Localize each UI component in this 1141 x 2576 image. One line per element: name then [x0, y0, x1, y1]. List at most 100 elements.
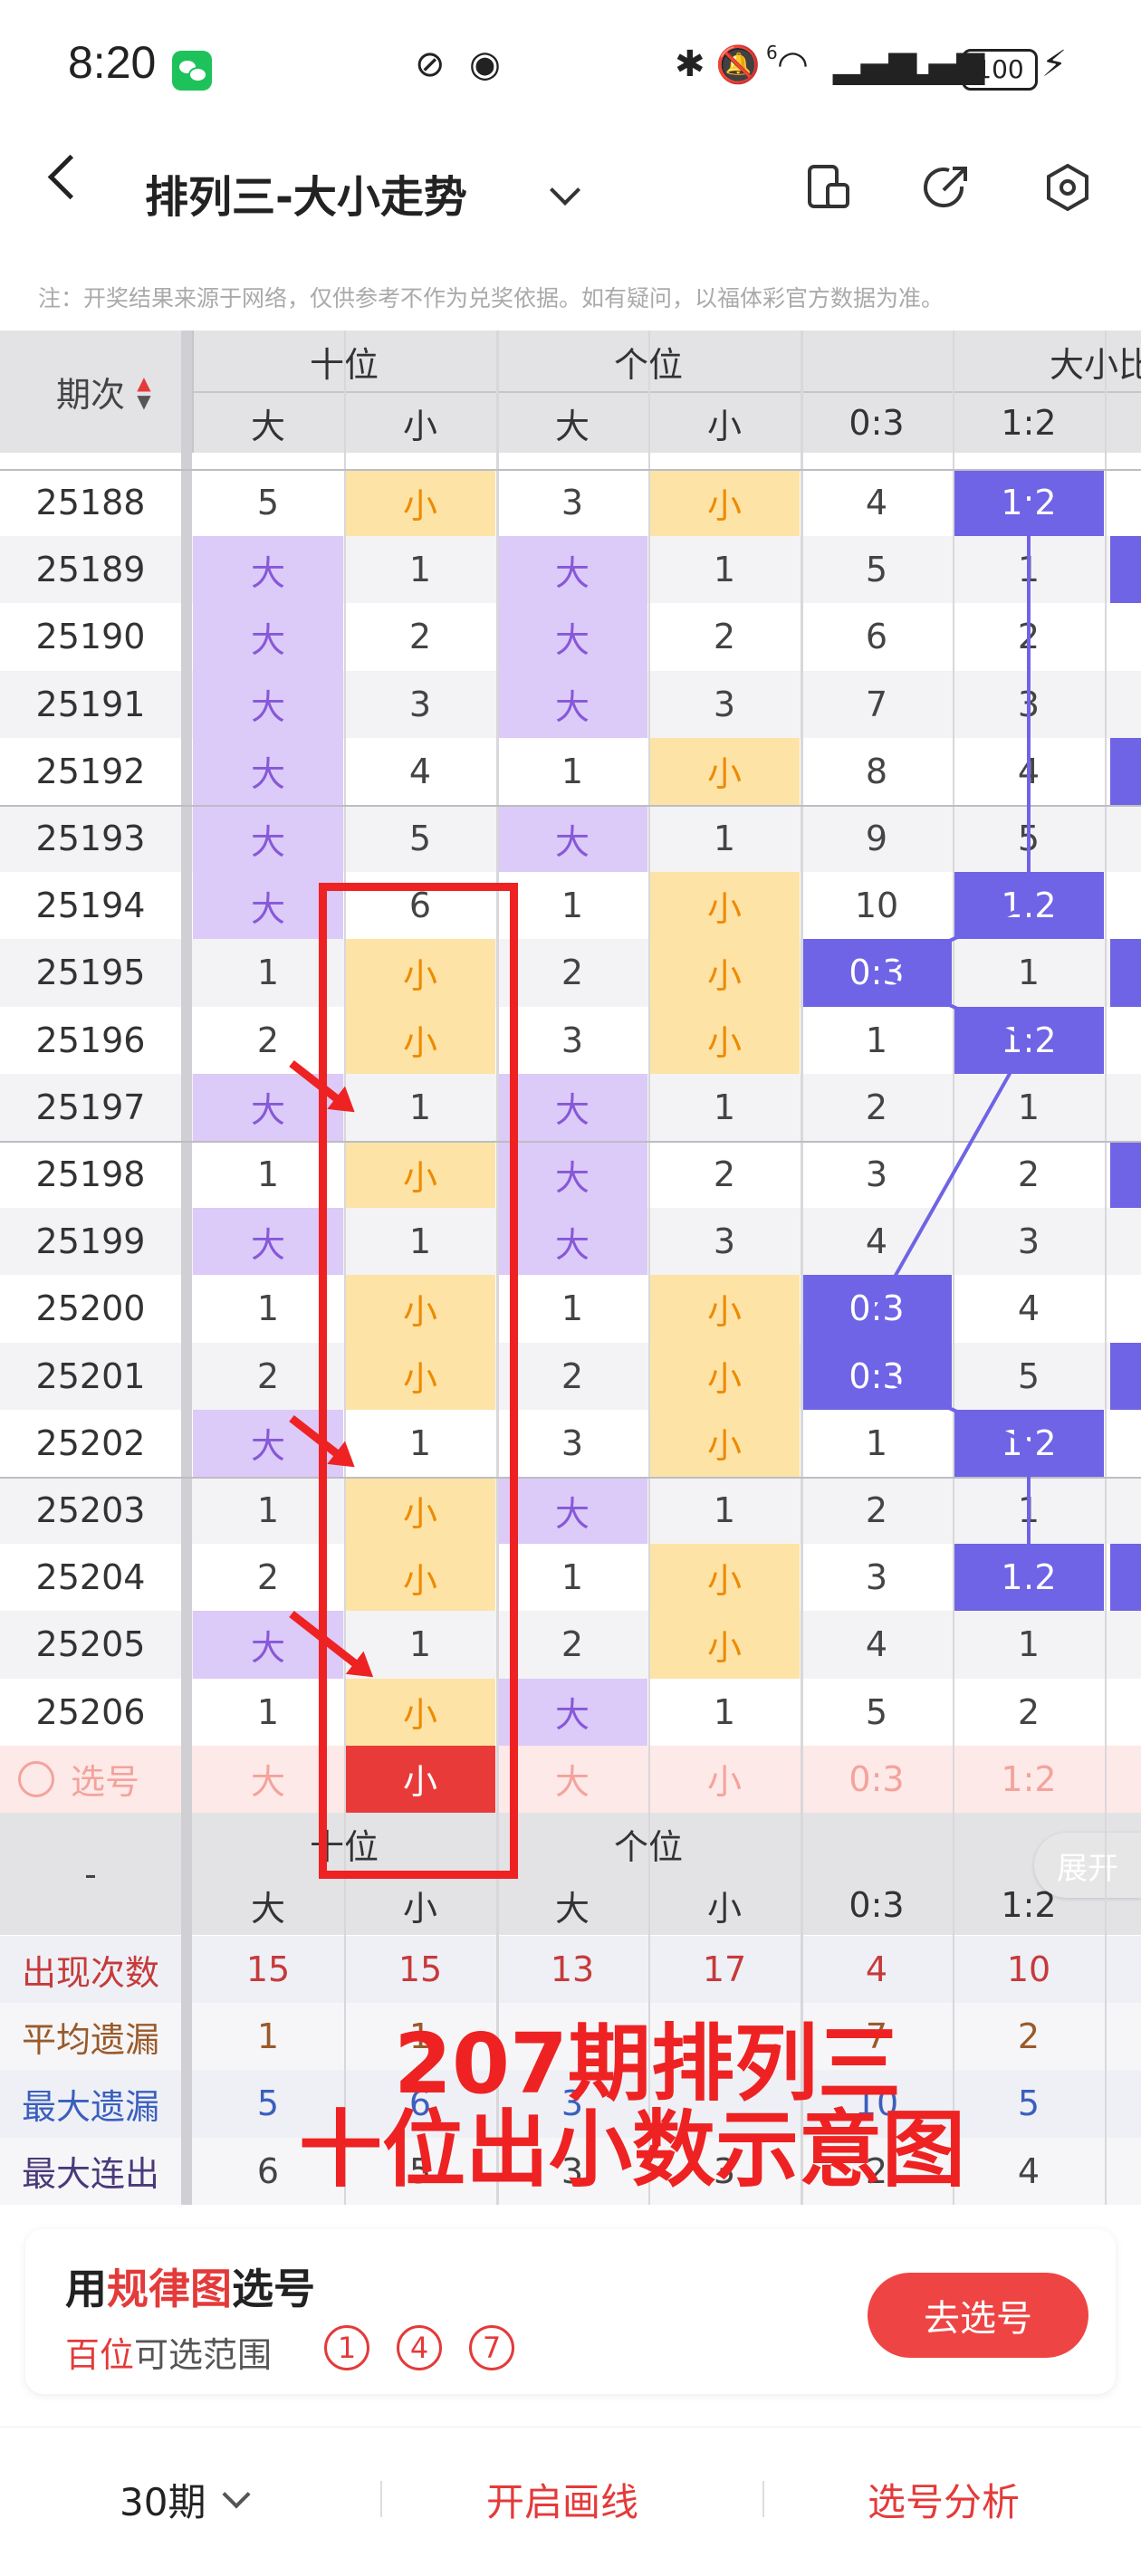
select-cell[interactable]: 小 — [649, 1746, 800, 1813]
value-cell: 1 — [561, 1557, 584, 1598]
value-cell: 10 — [854, 886, 899, 926]
period-cell: 25190 — [35, 617, 146, 657]
stats-label: 最大遗漏 — [21, 2086, 159, 2127]
ratio-overflow-cell — [1110, 469, 1141, 537]
value-cell: 3 — [561, 1422, 584, 1463]
stats-value: 13 — [550, 1949, 595, 1990]
period-cell: 25195 — [35, 953, 146, 993]
period-select[interactable]: 30期 — [120, 2472, 206, 2527]
analysis-button[interactable]: 选号分析 — [868, 2472, 1020, 2527]
value-cell: 大 — [497, 670, 647, 738]
period-cell: 25199 — [35, 1221, 146, 1262]
share-icon[interactable] — [922, 163, 971, 212]
value-cell: 1:2 — [954, 469, 1104, 537]
value-cell: 2 — [561, 1355, 584, 1396]
period-cell: 25191 — [35, 684, 146, 724]
value-cell: 2 — [713, 617, 736, 657]
stats-label: 平均遗漏 — [21, 2019, 159, 2060]
select-cell[interactable]: 1:2 — [954, 1746, 1104, 1813]
sub-header: 大 — [250, 406, 285, 446]
value-cell: 8 — [865, 751, 888, 791]
period-cell: 25201 — [35, 1355, 146, 1396]
settings-icon[interactable] — [1043, 163, 1092, 212]
stats-value: 17 — [702, 1949, 747, 1990]
stats-value: 10 — [1006, 1949, 1051, 1990]
device-icon[interactable] — [804, 163, 853, 212]
radio-icon[interactable] — [18, 1760, 54, 1797]
sub-header: 小 — [706, 406, 742, 446]
select-text: 选号 — [71, 1762, 140, 1803]
period-cell: 25197 — [35, 1087, 146, 1127]
value-cell: 大 — [497, 603, 647, 671]
ratio-overflow-cell — [1110, 1208, 1141, 1276]
divider — [762, 2481, 764, 2517]
value-cell: 1 — [865, 1020, 888, 1060]
value-cell: 5 — [1017, 1355, 1040, 1396]
stats-value: 5 — [1017, 2083, 1040, 2124]
ratio-overflow-cell — [1110, 1611, 1141, 1679]
value-cell: 1 — [561, 1288, 584, 1329]
range-number-3: 7 — [469, 2325, 514, 2370]
value-cell: 1 — [713, 1490, 736, 1531]
expand-button[interactable]: 展开 — [1034, 1833, 1141, 1898]
period-cell: 25206 — [35, 1691, 146, 1732]
row-group-divider — [0, 1141, 1141, 1143]
sort-icon[interactable]: ▲ ▼ — [134, 369, 154, 415]
column-divider — [648, 330, 650, 2205]
column-divider — [1105, 330, 1107, 2205]
column-divider — [181, 330, 192, 2205]
grid-line — [192, 391, 1141, 393]
value-cell: 2 — [561, 953, 584, 993]
stats-label: 出现次数 — [21, 1952, 159, 1993]
value-cell: 3 — [865, 1154, 888, 1195]
footer-dash: - — [84, 1853, 97, 1894]
value-cell: 5 — [865, 1691, 888, 1732]
card-title: 用规律图选号 — [65, 2265, 315, 2313]
ratio-overflow-cell — [1110, 1006, 1141, 1074]
select-cell[interactable]: 大 — [497, 1746, 647, 1813]
period-cell: 25189 — [35, 550, 146, 590]
value-cell: 大 — [497, 1141, 647, 1209]
go-select-button[interactable]: 去选号 — [868, 2273, 1088, 2358]
sub-header: 小 — [402, 406, 437, 446]
period-cell: 25202 — [35, 1422, 146, 1463]
column-divider — [801, 330, 803, 2205]
value-cell: 4 — [408, 751, 432, 791]
page-title[interactable]: 排列三-大小走势 — [145, 161, 467, 225]
stats-value: 4 — [1017, 2150, 1040, 2191]
value-cell: 3 — [1017, 684, 1040, 724]
group-header-ratio: 大小比 — [1050, 344, 1141, 385]
ratio-overflow-cell — [1110, 1275, 1141, 1343]
value-cell: 3 — [865, 1557, 888, 1598]
sub-header: 大 — [250, 1888, 285, 1929]
period-cell: 25193 — [35, 819, 146, 859]
value-cell: 1 — [713, 819, 736, 859]
value-cell: 2 — [1017, 1691, 1040, 1732]
column-divider — [953, 330, 954, 2205]
mute-icon: 🔕 — [715, 44, 761, 86]
ratio-overflow-cell — [1110, 1544, 1141, 1612]
value-cell: 大 — [497, 805, 647, 873]
status-bar: 8:20 ⊘ ◉ ✱ 🔕 6 ◠ ▂▄▆ ▂▄▆ 100 ⚡ — [0, 0, 1141, 136]
value-cell: 大 — [193, 670, 343, 738]
value-cell: 0:3 — [801, 939, 952, 1007]
period-cell: 25198 — [35, 1154, 146, 1195]
ratio-overflow-cell — [1110, 670, 1141, 738]
sub-header: 0:3 — [849, 1885, 905, 1925]
value-cell: 大 — [193, 536, 343, 604]
value-cell: 5 — [1017, 819, 1040, 859]
period-header-cell[interactable]: 期次 — [0, 330, 181, 453]
value-cell: 小 — [345, 469, 495, 537]
ratio-overflow-cell — [1110, 872, 1141, 940]
value-cell: 1 — [1017, 1490, 1040, 1531]
value-cell: 1 — [713, 1087, 736, 1127]
highlight-box — [319, 883, 518, 1879]
draw-line-button[interactable]: 开启画线 — [486, 2472, 638, 2527]
value-cell: 1 — [561, 751, 584, 791]
value-cell: 大 — [497, 1678, 647, 1746]
select-cell[interactable]: 0:3 — [801, 1746, 952, 1813]
value-cell: 2 — [865, 1087, 888, 1127]
value-cell: 1 — [1017, 1624, 1040, 1665]
period-cell: 25203 — [35, 1490, 146, 1531]
value-cell: 4 — [1017, 751, 1040, 791]
